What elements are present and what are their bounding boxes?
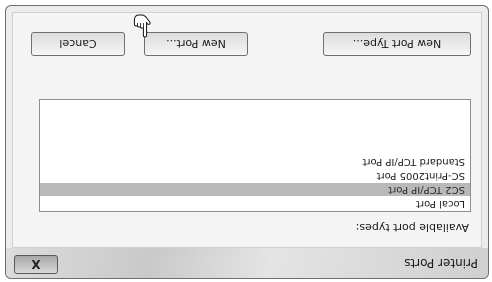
list-item-sc2-tcpip-port[interactable]: SC2 TCP/IP Port bbox=[40, 183, 470, 196]
printer-ports-dialog: Printer Ports X Available port types: Lo… bbox=[5, 5, 489, 279]
port-types-listbox[interactable]: Local Port SC2 TCP/IP Port SC-Print2005 … bbox=[39, 99, 471, 212]
list-item-sc-print2005-port[interactable]: SC-Print2005 Port bbox=[40, 169, 470, 182]
cancel-button[interactable]: Cancel bbox=[31, 32, 125, 56]
new-port-button[interactable]: New Port... bbox=[144, 32, 248, 56]
available-port-types-label: Available port types: bbox=[355, 221, 469, 234]
hand-pointer-icon bbox=[133, 14, 151, 38]
title-bar: Printer Ports X bbox=[6, 248, 488, 278]
list-item-local-port[interactable]: Local Port bbox=[40, 197, 470, 210]
close-button[interactable]: X bbox=[14, 255, 58, 274]
rotated-stage: Printer Ports X Available port types: Lo… bbox=[0, 0, 492, 282]
content-panel: Available port types: Local Port SC2 TCP… bbox=[12, 12, 482, 248]
list-item-standard-tcpip-port[interactable]: Standard TCP/IP Port bbox=[40, 155, 470, 168]
new-port-type-button[interactable]: New Port Type... bbox=[323, 32, 471, 56]
dialog-title: Printer Ports bbox=[404, 256, 478, 270]
close-icon: X bbox=[31, 257, 41, 272]
